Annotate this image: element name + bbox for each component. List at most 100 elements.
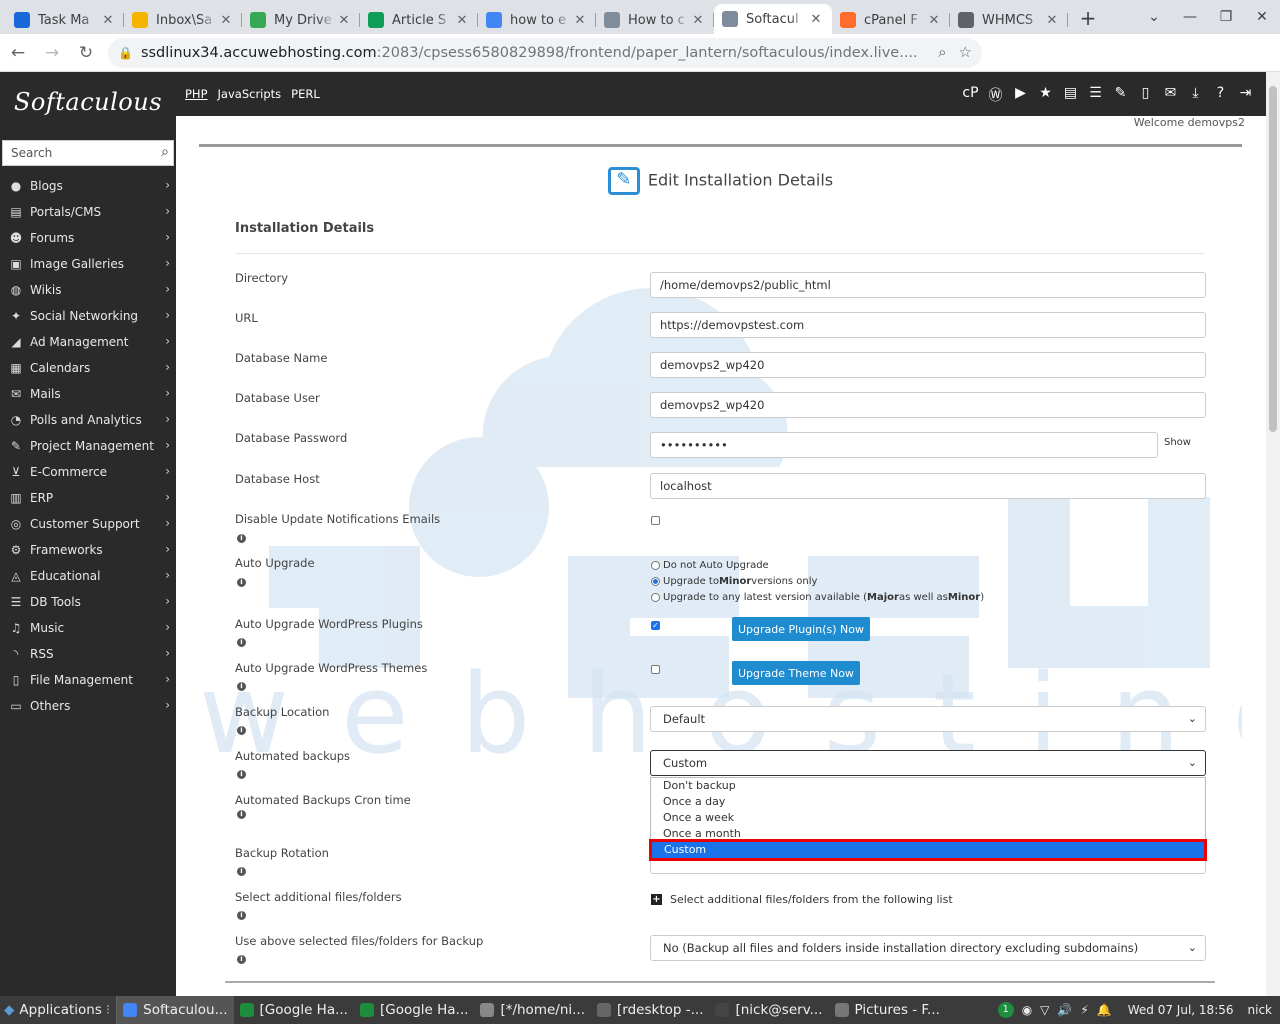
chrome-icon[interactable]: ◉ [1022, 1003, 1032, 1017]
logout-icon[interactable]: ⇥ [1237, 85, 1254, 105]
close-tab-icon[interactable]: ✕ [100, 13, 116, 28]
info-icon[interactable]: i [237, 867, 246, 876]
info-icon[interactable]: i [237, 638, 246, 647]
show-password-button[interactable]: Show [1164, 437, 1191, 448]
scrollbar-thumb[interactable] [1269, 86, 1277, 432]
sidebar-item-ad-management[interactable]: ◢ Ad Management › [0, 329, 176, 355]
taskbar-item[interactable]: [Google Ha... [234, 996, 354, 1024]
zoom-icon[interactable]: ⌕ [938, 43, 946, 61]
taskbar-item[interactable]: [nick@serv... [709, 996, 828, 1024]
disable-notif-checkbox[interactable] [651, 516, 660, 525]
sidebar-item-portals-cms[interactable]: ▤ Portals/CMS › [0, 199, 176, 225]
address-bar[interactable]: 🔒 ssdlinux34.accuwebhosting.com:2083/cps… [108, 38, 982, 68]
close-tab-icon[interactable]: ✕ [218, 13, 234, 28]
play-icon[interactable]: ▶ [1012, 85, 1029, 105]
info-icon[interactable]: i [237, 810, 246, 819]
sidebar-item-calendars[interactable]: ▦ Calendars › [0, 355, 176, 381]
sidebar-item-blogs[interactable]: ● Blogs › [0, 173, 176, 199]
dbname-field[interactable]: demovps2_wp420 [650, 352, 1206, 378]
info-icon[interactable]: i [237, 726, 246, 735]
list-icon[interactable]: ☰ [1087, 85, 1104, 105]
user-name[interactable]: nick [1248, 1003, 1273, 1017]
close-tab-icon[interactable]: ✕ [336, 13, 352, 28]
info-icon[interactable]: i [237, 911, 246, 920]
info-icon[interactable]: i [237, 682, 246, 691]
close-tab-icon[interactable]: ✕ [454, 13, 470, 28]
taskbar-item[interactable]: Pictures - F... [829, 996, 946, 1024]
star-icon[interactable]: ★ [1037, 85, 1054, 105]
sidebar-item-mails[interactable]: ✉ Mails › [0, 381, 176, 407]
sidebar-item-wikis[interactable]: ◍ Wikis › [0, 277, 176, 303]
auto-backups-select[interactable]: Custom ⌄ [650, 750, 1206, 776]
browser-tab[interactable]: cPanel F ✕ [832, 6, 950, 34]
cpanel-icon[interactable]: cP [962, 85, 979, 105]
archive-icon[interactable]: ▤ [1062, 85, 1079, 105]
dropdown-option[interactable]: Custom [649, 839, 1207, 861]
sidebar-item-customer-support[interactable]: ◎ Customer Support › [0, 511, 176, 537]
sidebar-item-erp[interactable]: ▥ ERP › [0, 485, 176, 511]
dbuser-field[interactable]: demovps2_wp420 [650, 392, 1206, 418]
additional-files-toggle[interactable]: + Select additional files/folders from th… [651, 893, 953, 906]
use-above-select[interactable]: No (Backup all files and folders inside … [650, 935, 1206, 961]
browser-tab[interactable]: Task Ma ✕ [6, 6, 124, 34]
sidebar-item-e-commerce[interactable]: ⊻ E-Commerce › [0, 459, 176, 485]
download-icon[interactable]: ⤓ [1187, 85, 1204, 105]
close-tab-icon[interactable]: ✕ [572, 13, 588, 28]
sidebar-item-rss[interactable]: ◝ RSS › [0, 641, 176, 667]
sidebar-item-educational[interactable]: ◬ Educational › [0, 563, 176, 589]
notification-count-icon[interactable]: 1 [997, 1002, 1014, 1018]
upgrade-plugins-button[interactable]: Upgrade Plugin(s) Now [732, 617, 870, 641]
back-button[interactable]: ← [2, 37, 34, 69]
close-tab-icon[interactable]: ✕ [926, 13, 942, 28]
close-tab-icon[interactable]: ✕ [690, 13, 706, 28]
notification-bell-icon[interactable]: 🔔 [1097, 1003, 1112, 1017]
bookmark-star-icon[interactable]: ☆ [959, 43, 972, 61]
browser-tab[interactable]: how to e ✕ [478, 6, 596, 34]
radio-no-auto-upgrade[interactable]: Do not Auto Upgrade [651, 560, 769, 571]
browser-tab[interactable]: WHMCS ✕ [950, 6, 1068, 34]
dropdown-option[interactable]: Don't backup [651, 778, 1205, 794]
themes-checkbox[interactable] [651, 665, 660, 674]
search-icon[interactable]: ⌕ [161, 144, 169, 160]
wrench-icon[interactable]: ✎ [1112, 85, 1129, 105]
new-tab-button[interactable]: + [1074, 4, 1102, 32]
sidebar-item-project-management[interactable]: ✎ Project Management › [0, 433, 176, 459]
document-icon[interactable]: ▯ [1137, 85, 1154, 105]
directory-field[interactable]: /home/demovps2/public_html [650, 272, 1206, 298]
sidebar-item-social-networking[interactable]: ✦ Social Networking › [0, 303, 176, 329]
radio-minor-upgrade[interactable]: Upgrade to Minor versions only [651, 576, 817, 587]
help-icon[interactable]: ? [1212, 85, 1229, 105]
browser-tab[interactable]: Inbox\Sa ✕ [124, 6, 242, 34]
dbpass-field[interactable]: •••••••••• [650, 432, 1158, 458]
restore-button[interactable]: ❐ [1208, 9, 1244, 25]
sidebar-item-file-management[interactable]: ▯ File Management › [0, 667, 176, 693]
sidebar-item-forums[interactable]: ☻ Forums › [0, 225, 176, 251]
radio-any-upgrade[interactable]: Upgrade to any latest version available … [651, 592, 984, 603]
minimize-button[interactable]: — [1172, 9, 1208, 25]
browser-tab[interactable]: Softacul ✕ [714, 4, 832, 34]
envelope-icon[interactable]: ✉ [1162, 85, 1179, 105]
reload-button[interactable]: ↻ [70, 37, 102, 69]
dbhost-field[interactable]: localhost [650, 473, 1206, 499]
close-tab-icon[interactable]: ✕ [808, 12, 824, 27]
clock[interactable]: Wed 07 Jul, 18:56 [1128, 1003, 1234, 1017]
tab-perl[interactable]: PERL [291, 87, 320, 101]
search-input[interactable]: Search ⌕ [2, 140, 174, 166]
page-scrollbar[interactable] [1266, 72, 1280, 996]
dropdown-option[interactable]: Once a day [651, 794, 1205, 810]
sidebar-item-music[interactable]: ♫ Music › [0, 615, 176, 641]
sidebar-item-polls-and-analytics[interactable]: ◔ Polls and Analytics › [0, 407, 176, 433]
sidebar-item-frameworks[interactable]: ⚙ Frameworks › [0, 537, 176, 563]
wordpress-icon[interactable]: Ⓦ [987, 85, 1004, 105]
browser-tab[interactable]: Article S ✕ [360, 6, 478, 34]
taskbar-item[interactable]: Softaculou... [117, 996, 234, 1024]
tab-javascripts[interactable]: JavaScripts [218, 87, 282, 101]
info-icon[interactable]: i [237, 955, 246, 964]
info-icon[interactable]: i [237, 578, 246, 587]
upgrade-theme-button[interactable]: Upgrade Theme Now [732, 661, 860, 685]
tab-php[interactable]: PHP [185, 87, 208, 101]
info-icon[interactable]: i [237, 770, 246, 779]
volume-icon[interactable]: 🔊 [1057, 1003, 1072, 1017]
dropdown-option[interactable]: Once a month [651, 826, 1205, 842]
dropdown-option[interactable]: Once a week [651, 810, 1205, 826]
